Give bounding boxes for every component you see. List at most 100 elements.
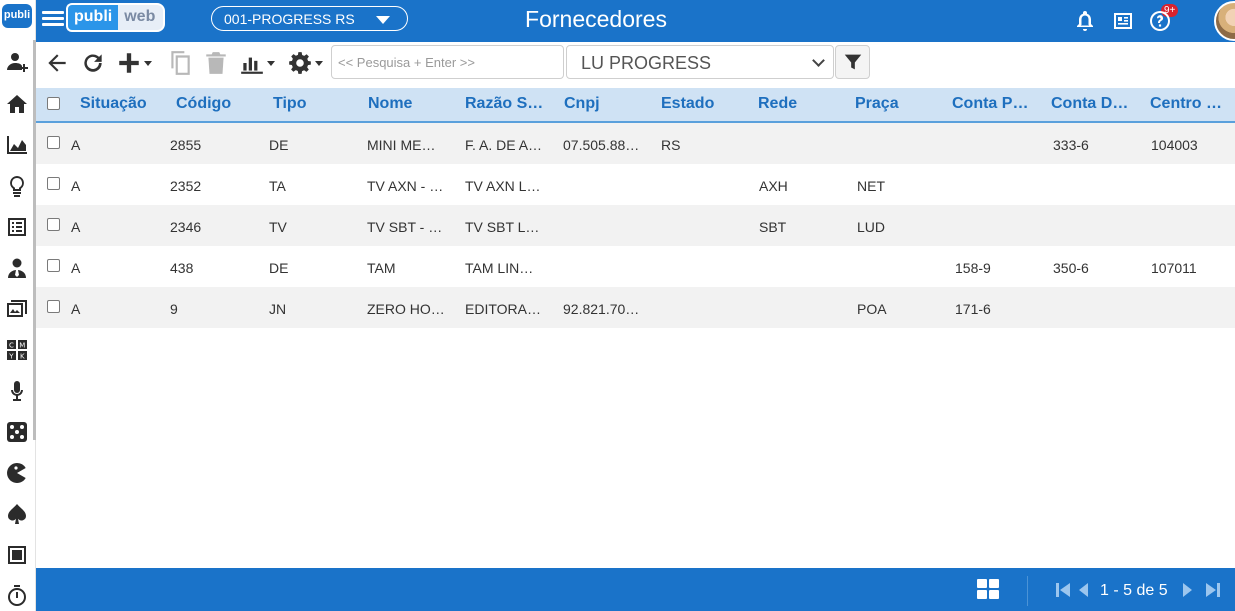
column-header[interactable]: Razão S… xyxy=(465,95,543,113)
trash-icon[interactable] xyxy=(203,50,229,76)
list-icon[interactable] xyxy=(3,213,31,241)
back-arrow-icon[interactable] xyxy=(44,50,70,76)
cell-conta-p: 171-6 xyxy=(955,301,991,317)
cell-situacao: A xyxy=(71,178,81,194)
caret-down-icon xyxy=(144,60,152,66)
pacman-icon[interactable] xyxy=(3,459,31,487)
help-icon[interactable] xyxy=(1148,9,1172,33)
bell-icon[interactable] xyxy=(1073,9,1097,33)
row-checkbox[interactable] xyxy=(47,136,60,149)
column-header[interactable]: Conta P… xyxy=(952,95,1028,113)
cell-centro: 104003 xyxy=(1151,137,1198,153)
select-all-checkbox[interactable] xyxy=(47,97,60,110)
lightbulb-icon[interactable] xyxy=(3,172,31,200)
next-page-icon[interactable] xyxy=(1178,581,1196,599)
top-header: publi web 001-PROGRESS RS Fornecedores 9… xyxy=(36,0,1235,42)
search-input[interactable] xyxy=(331,45,564,79)
cell-centro: 107011 xyxy=(1151,260,1197,276)
row-checkbox[interactable] xyxy=(47,218,60,231)
column-header[interactable]: Centro … xyxy=(1150,95,1222,113)
cmyk-icon[interactable]: CMYK xyxy=(3,336,31,364)
page-title: Fornecedores xyxy=(525,6,667,32)
table-row[interactable]: A 438 DE TAM TAM LIN… 158-9 350-6 107011 xyxy=(36,246,1235,287)
stopwatch-icon[interactable] xyxy=(3,582,31,610)
table-row[interactable]: A 2352 TA TV AXN - … TV AXN L… AXH NET xyxy=(36,164,1235,205)
plus-icon xyxy=(119,53,139,73)
person-tie-icon[interactable] xyxy=(3,254,31,282)
funnel-icon xyxy=(844,54,861,70)
avatar[interactable] xyxy=(1214,1,1235,41)
add-menu-button[interactable] xyxy=(116,50,152,76)
cell-tipo: DE xyxy=(269,260,289,276)
table-row[interactable]: A 2346 TV TV SBT - … TV SBT L… SBT LUD xyxy=(36,205,1235,246)
home-icon[interactable] xyxy=(3,90,31,118)
table-row[interactable]: A 2855 DE MINI ME… F. A. DE A… 07.505.88… xyxy=(36,123,1235,164)
bar-chart-icon xyxy=(241,57,263,74)
toolbar: LU PROGRESS xyxy=(36,42,1235,86)
cell-tipo: JN xyxy=(269,301,287,317)
cell-praca: POA xyxy=(857,301,887,317)
cell-nome: ZERO HO… xyxy=(367,301,445,317)
cell-tipo: TA xyxy=(269,178,286,194)
gear-icon xyxy=(289,52,311,74)
settings-menu-button[interactable] xyxy=(287,50,323,76)
grid-body: A 2855 DE MINI ME… F. A. DE A… 07.505.88… xyxy=(36,123,1235,328)
grid-view-icon[interactable] xyxy=(977,579,1001,601)
grid-header: Situação Código Tipo Nome Razão S… Cnpj … xyxy=(36,88,1235,123)
dice-icon[interactable] xyxy=(3,418,31,446)
news-icon[interactable] xyxy=(1111,9,1135,33)
previous-page-icon[interactable] xyxy=(1075,581,1093,599)
cell-conta-p: 158-9 xyxy=(955,260,991,276)
cell-tipo: DE xyxy=(269,137,289,153)
report-menu-button[interactable] xyxy=(239,50,275,76)
cell-praca: NET xyxy=(857,178,885,194)
column-header[interactable]: Conta D… xyxy=(1051,95,1128,113)
row-checkbox[interactable] xyxy=(47,300,60,313)
microphone-icon[interactable] xyxy=(3,377,31,405)
cell-razao: TV SBT L… xyxy=(465,219,540,235)
cell-codigo: 2855 xyxy=(170,137,202,153)
cell-codigo: 438 xyxy=(170,260,194,276)
table-row[interactable]: A 9 JN ZERO HO… EDITORA… 92.821.70… POA … xyxy=(36,287,1235,328)
cell-praca: LUD xyxy=(857,219,886,235)
square-icon[interactable] xyxy=(3,541,31,569)
copy-icon[interactable] xyxy=(167,50,193,76)
column-header[interactable]: Código xyxy=(176,95,231,113)
suppliers-grid: Situação Código Tipo Nome Razão S… Cnpj … xyxy=(36,88,1235,328)
column-header[interactable]: Tipo xyxy=(273,95,306,113)
hamburger-menu-icon[interactable] xyxy=(42,8,64,30)
add-user-icon[interactable] xyxy=(3,48,31,76)
column-header[interactable]: Rede xyxy=(758,95,797,113)
column-header[interactable]: Praça xyxy=(855,95,899,113)
area-chart-icon[interactable] xyxy=(3,131,31,159)
cell-situacao: A xyxy=(71,219,81,235)
column-header[interactable]: Situação xyxy=(80,95,147,113)
filter-select[interactable]: LU PROGRESS xyxy=(566,45,834,79)
filter-button[interactable] xyxy=(835,45,870,79)
cell-razao: TAM LIN… xyxy=(465,260,534,276)
cell-rede: AXH xyxy=(759,178,788,194)
column-header[interactable]: Nome xyxy=(368,95,412,113)
media-icon[interactable] xyxy=(3,295,31,323)
cell-cnpj: 07.505.88… xyxy=(563,137,640,153)
app-logo-mini[interactable]: publi xyxy=(2,4,32,28)
column-header[interactable]: Estado xyxy=(661,95,714,113)
last-page-icon[interactable] xyxy=(1204,581,1222,599)
cell-rede: SBT xyxy=(759,219,787,235)
company-select[interactable]: 001-PROGRESS RS xyxy=(211,6,408,31)
spade-icon[interactable] xyxy=(3,500,31,528)
column-header[interactable]: Cnpj xyxy=(564,95,600,113)
svg-text:M: M xyxy=(19,342,25,350)
cell-estado: RS xyxy=(661,137,681,153)
cell-conta-d: 333-6 xyxy=(1053,137,1089,153)
company-select-value: 001-PROGRESS RS xyxy=(224,11,355,27)
row-checkbox[interactable] xyxy=(47,259,60,272)
refresh-icon[interactable] xyxy=(80,50,106,76)
filter-select-value: LU PROGRESS xyxy=(581,53,712,73)
divider xyxy=(1027,576,1028,606)
row-checkbox[interactable] xyxy=(47,177,60,190)
first-page-icon[interactable] xyxy=(1054,581,1072,599)
cell-nome: MINI ME… xyxy=(367,137,436,153)
app-brand[interactable]: publi web xyxy=(66,2,166,32)
cell-razao: EDITORA… xyxy=(465,301,541,317)
